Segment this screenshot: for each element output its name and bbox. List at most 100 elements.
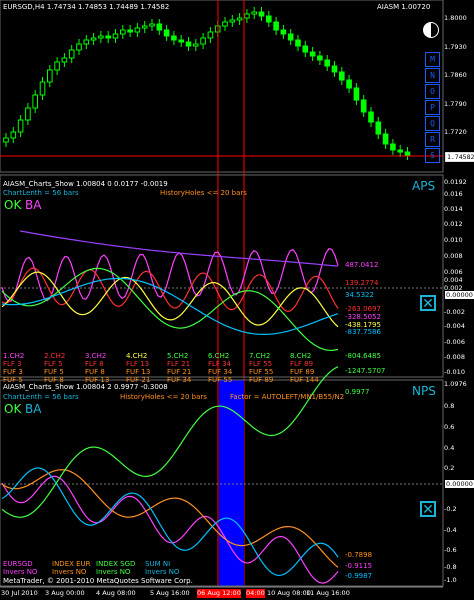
candle-body — [178, 39, 184, 43]
nps-close-icon[interactable]: ✕ — [420, 501, 436, 518]
candle-body — [375, 121, 382, 135]
aps-legend-cell: FUF 34 — [208, 368, 233, 376]
aps-tick: 0.014 — [444, 205, 463, 213]
candle-body — [39, 81, 46, 96]
aps-ok-label: OK — [4, 198, 22, 212]
candle-body — [193, 43, 199, 47]
aps-legend-cell: FLF 13 — [126, 360, 150, 368]
mini-button-7[interactable]: S — [425, 148, 440, 163]
aps-series-line — [19, 230, 339, 267]
indicator-badge: AIASM 1.00720 — [377, 3, 431, 11]
candle-body — [105, 35, 112, 39]
nps-name: NPS — [412, 384, 436, 398]
candle-body — [244, 13, 250, 19]
candle-body — [207, 31, 214, 39]
candle-body — [163, 29, 170, 37]
candle-body — [404, 151, 411, 156]
aps-legend-cell: 5.CH2 — [167, 352, 189, 360]
aps-legend-cell: FUF 55 — [249, 368, 274, 376]
aps-legend-cell: FUF 89 — [290, 368, 315, 376]
aps-tick: 0.010 — [444, 236, 463, 244]
candle-body — [149, 23, 155, 27]
aps-tick: -0.002 — [444, 308, 465, 316]
aps-lines-group — [1, 230, 339, 352]
aps-legend-cell: 7.CH2 — [249, 352, 271, 360]
nps-tick: -0.4 — [444, 526, 457, 534]
candle-body — [353, 87, 360, 101]
aps-legend-cell: 2.CH2 — [44, 352, 66, 360]
candle-body — [120, 29, 126, 35]
chart-canvas — [0, 0, 444, 588]
time-highlight-left: 06 Aug 12:00 — [197, 589, 241, 598]
candle-body — [295, 39, 301, 47]
candle-body — [10, 131, 17, 139]
aps-value-label: -804.6485 — [345, 352, 381, 360]
aps-legend-cell: FUF 13 — [126, 368, 151, 376]
mini-button-2[interactable]: N — [425, 68, 440, 83]
aps-value-label: -837.7586 — [345, 328, 381, 336]
aps-tick: -0.006 — [444, 338, 465, 346]
candle-body — [134, 27, 141, 33]
aps-legend-cell: FLF 3 — [3, 360, 22, 368]
mini-button-3[interactable]: O — [425, 84, 440, 99]
nps-legend-item: Invers NO — [145, 568, 180, 576]
mini-button-6[interactable]: R — [425, 132, 440, 147]
symbol-line: EURSGD,H4 1.74734 1.74853 1.74489 1.7458… — [3, 3, 170, 11]
nps-value-label: -0.7898 — [345, 551, 373, 559]
candle-body — [229, 19, 236, 23]
aps-tick: 0.008 — [444, 252, 463, 260]
candle-body — [112, 33, 119, 39]
aps-tick: -0.008 — [444, 353, 465, 361]
nps-chart-length: ChartLenth = 56 bars — [3, 393, 79, 401]
aps-value-label: -328.5052 — [345, 313, 381, 321]
nps-ba-label: BA — [25, 402, 42, 416]
nps-zero-badge: 0.00000 — [445, 480, 474, 488]
candle-body — [368, 111, 374, 123]
aps-close-icon[interactable]: ✕ — [420, 295, 436, 312]
aps-legend-cell: FUF 8 — [85, 368, 105, 376]
candle-body — [32, 94, 39, 109]
time-label: 30 Jul 2010 — [1, 589, 38, 597]
candle-body — [390, 143, 396, 151]
nps-tick: 1.0976 — [444, 380, 467, 388]
candle-body — [200, 37, 206, 45]
candle-body — [185, 41, 192, 47]
aps-legend-cell: 4.CH2 — [126, 352, 148, 360]
candle-body — [346, 79, 352, 89]
candle-body — [90, 37, 97, 41]
aps-tick: 0.016 — [444, 190, 463, 198]
yin-yang-icon[interactable] — [423, 22, 439, 38]
price-tick: 1.7930 — [444, 43, 467, 51]
candle-body — [25, 107, 31, 121]
nps-value-label: 0.9977 — [345, 388, 370, 396]
aps-legend-cell: FUF 34 — [167, 376, 192, 384]
candle-body — [339, 71, 345, 81]
aps-tick: 0.012 — [444, 220, 463, 228]
aps-legend-cell: FUF 55 — [208, 376, 233, 384]
mini-button-4[interactable]: P — [425, 100, 440, 115]
price-tick: 1.7860 — [444, 71, 467, 79]
candle-body — [156, 23, 163, 31]
time-label: 10 Aug 08:00 — [267, 589, 311, 597]
candle-body — [331, 65, 338, 73]
aps-value-label: 139.2774 — [345, 279, 379, 287]
aps-name: APS — [412, 179, 436, 193]
candle-body — [302, 45, 309, 53]
candle-body — [47, 69, 53, 83]
candle-body — [171, 35, 177, 41]
candle-body — [251, 11, 257, 15]
price-tick: 1.7720 — [444, 128, 467, 136]
aps-legend-cell: 6.CH2 — [208, 352, 230, 360]
aps-legend-cell: FLF 55 — [249, 360, 273, 368]
candle-body — [236, 17, 243, 21]
aps-legend-cell: FUF 3 — [3, 368, 23, 376]
nps-legend-item: EURSGD — [3, 560, 33, 568]
candle-body — [76, 43, 82, 51]
aps-legend-cell: FLF 8 — [85, 360, 104, 368]
aps-value-label: 487.0412 — [345, 261, 379, 269]
candle-body — [324, 59, 330, 67]
candle-body — [280, 29, 287, 35]
mini-button-5[interactable]: Q — [425, 116, 440, 131]
nps-ok-label: OK — [4, 402, 22, 416]
mini-button-1[interactable]: M — [425, 52, 440, 67]
